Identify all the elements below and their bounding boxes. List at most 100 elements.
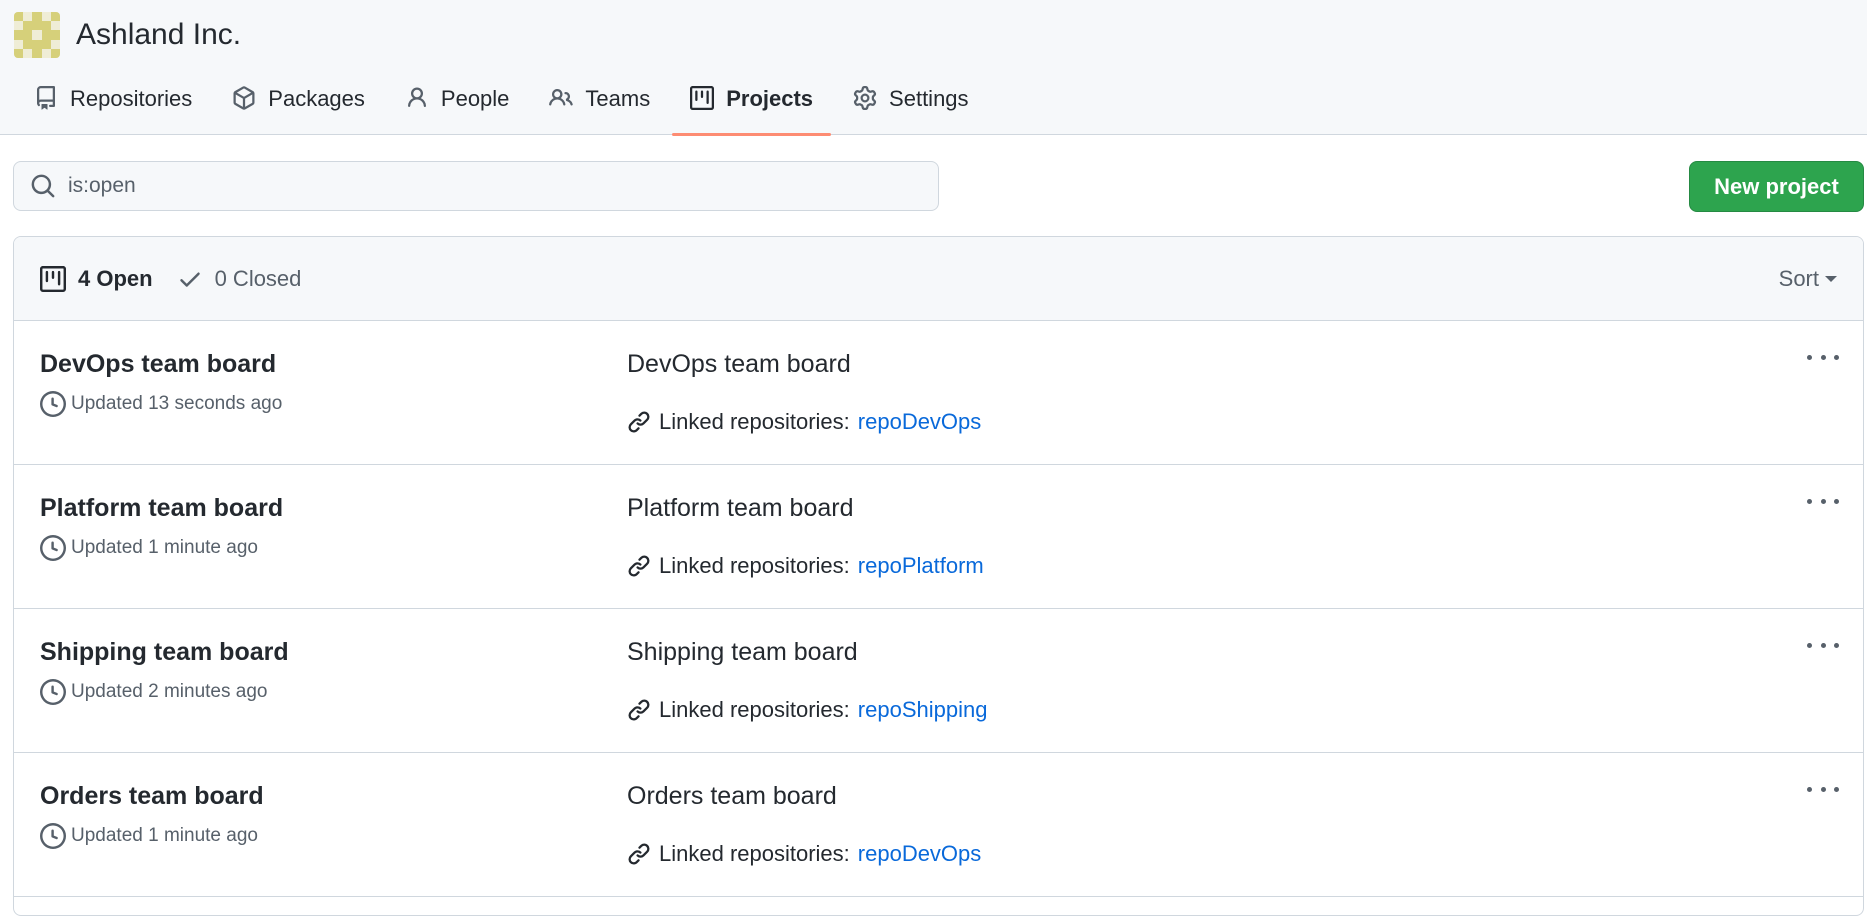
project-updated: Updated 1 minute ago <box>40 823 258 849</box>
org-nav-tabs: Repositories Packages People Teams Proje… <box>30 78 1005 136</box>
avatar-pixel <box>50 39 60 49</box>
org-header: Ashland Inc. Repositories Packages Peopl… <box>0 0 1867 136</box>
check-icon <box>177 266 203 292</box>
org-avatar[interactable] <box>14 12 60 58</box>
avatar-pixel <box>14 39 24 49</box>
project-search[interactable] <box>13 161 939 211</box>
open-filter[interactable]: 4 Open <box>40 265 153 292</box>
sort-dropdown[interactable]: Sort <box>1779 237 1837 321</box>
tab-projects[interactable]: Projects <box>672 78 831 136</box>
avatar-pixel <box>14 30 24 40</box>
project-row: DevOps team board Updated 13 seconds ago… <box>14 321 1863 465</box>
dot <box>1807 786 1812 792</box>
project-updated-text: Updated 2 minutes ago <box>71 681 268 702</box>
tab-label: Packages <box>268 86 365 111</box>
project-description: DevOps team board <box>627 350 851 378</box>
project-linked-repos: Linked repositories: repoDevOps <box>627 841 981 867</box>
link-icon <box>627 410 651 434</box>
project-description: Shipping team board <box>627 638 858 666</box>
kebab-menu-button[interactable] <box>1807 779 1839 799</box>
project-linked-repos: Linked repositories: repoPlatform <box>627 553 984 579</box>
person-icon <box>405 86 429 110</box>
closed-filter[interactable]: 0 Closed <box>177 265 302 292</box>
clock-icon <box>40 823 66 849</box>
clock-icon <box>40 535 66 561</box>
avatar-pixel <box>50 48 60 58</box>
tab-label: Teams <box>585 86 651 111</box>
tab-label: Settings <box>889 86 969 111</box>
tab-packages[interactable]: Packages <box>228 78 383 135</box>
project-linked-repos: Linked repositories: repoDevOps <box>627 409 981 435</box>
linked-repo-link[interactable]: repoPlatform <box>858 553 984 579</box>
avatar-pixel <box>14 48 24 58</box>
dot <box>1807 354 1812 360</box>
projects-list: 4 Open 0 Closed Sort DevOps team board U… <box>13 236 1864 916</box>
tab-label: Repositories <box>70 86 193 111</box>
link-icon <box>627 554 651 578</box>
linked-repos-label: Linked repositories: <box>659 697 850 722</box>
linked-repos-label: Linked repositories: <box>659 553 850 578</box>
avatar-pixel <box>32 12 42 22</box>
dot <box>1834 498 1839 504</box>
people-icon <box>549 86 574 110</box>
avatar-pixel <box>23 39 33 49</box>
tab-teams[interactable]: Teams <box>545 78 668 135</box>
search-input[interactable] <box>68 174 868 198</box>
project-title[interactable]: Orders team board <box>40 782 264 811</box>
project-description: Orders team board <box>627 782 837 810</box>
kebab-menu-button[interactable] <box>1807 347 1839 367</box>
project-updated-text: Updated 13 seconds ago <box>71 393 283 414</box>
avatar-pixel <box>14 21 24 31</box>
project-row: Orders team board Updated 1 minute ago O… <box>14 753 1863 897</box>
org-title-row: Ashland Inc. <box>14 12 241 58</box>
gear-icon <box>853 86 877 110</box>
link-icon <box>627 842 651 866</box>
closed-count-label: 0 Closed <box>214 265 302 291</box>
avatar-pixel <box>41 12 51 22</box>
linked-repo-link[interactable]: repoDevOps <box>858 841 982 867</box>
package-icon <box>232 86 256 110</box>
avatar-pixel <box>32 48 42 58</box>
dot <box>1820 498 1826 504</box>
linked-repos-label: Linked repositories: <box>659 409 850 434</box>
tab-people[interactable]: People <box>401 78 528 135</box>
caret-down-icon <box>1825 276 1837 282</box>
project-rows: DevOps team board Updated 13 seconds ago… <box>14 321 1863 897</box>
dot <box>1834 354 1839 360</box>
linked-repo-link[interactable]: repoShipping <box>858 697 988 723</box>
dot <box>1807 498 1812 504</box>
clock-icon <box>40 679 66 705</box>
linked-repo-link[interactable]: repoDevOps <box>858 409 982 435</box>
avatar-pixel <box>41 48 51 58</box>
sort-label: Sort <box>1778 266 1819 291</box>
kebab-menu-button[interactable] <box>1807 635 1839 655</box>
avatar-pixel <box>50 21 60 31</box>
dot <box>1820 642 1826 648</box>
project-title[interactable]: Shipping team board <box>40 638 289 667</box>
dot <box>1807 642 1812 648</box>
project-linked-repos: Linked repositories: repoShipping <box>627 697 987 723</box>
avatar-pixel <box>50 12 60 22</box>
avatar-pixel <box>41 21 51 31</box>
project-title[interactable]: DevOps team board <box>40 350 276 379</box>
tab-label: People <box>440 86 510 111</box>
avatar-pixel <box>23 12 33 22</box>
dot <box>1834 642 1839 648</box>
tab-repositories[interactable]: Repositories <box>30 78 210 135</box>
project-title[interactable]: Platform team board <box>40 494 283 523</box>
project-icon <box>690 86 715 110</box>
project-updated: Updated 13 seconds ago <box>40 391 282 417</box>
project-updated: Updated 2 minutes ago <box>40 679 267 705</box>
org-name[interactable]: Ashland Inc. <box>76 18 241 52</box>
avatar-pixel <box>32 21 42 31</box>
tab-settings[interactable]: Settings <box>849 78 987 135</box>
kebab-menu-button[interactable] <box>1807 491 1839 511</box>
project-description: Platform team board <box>627 494 854 522</box>
clock-icon <box>40 391 66 417</box>
project-updated: Updated 1 minute ago <box>40 535 258 561</box>
new-project-button[interactable]: New project <box>1689 161 1864 212</box>
avatar-pixel <box>23 30 33 40</box>
avatar-pixel <box>50 30 60 40</box>
projects-list-header: 4 Open 0 Closed Sort <box>14 237 1863 321</box>
project-row: Platform team board Updated 1 minute ago… <box>14 465 1863 609</box>
